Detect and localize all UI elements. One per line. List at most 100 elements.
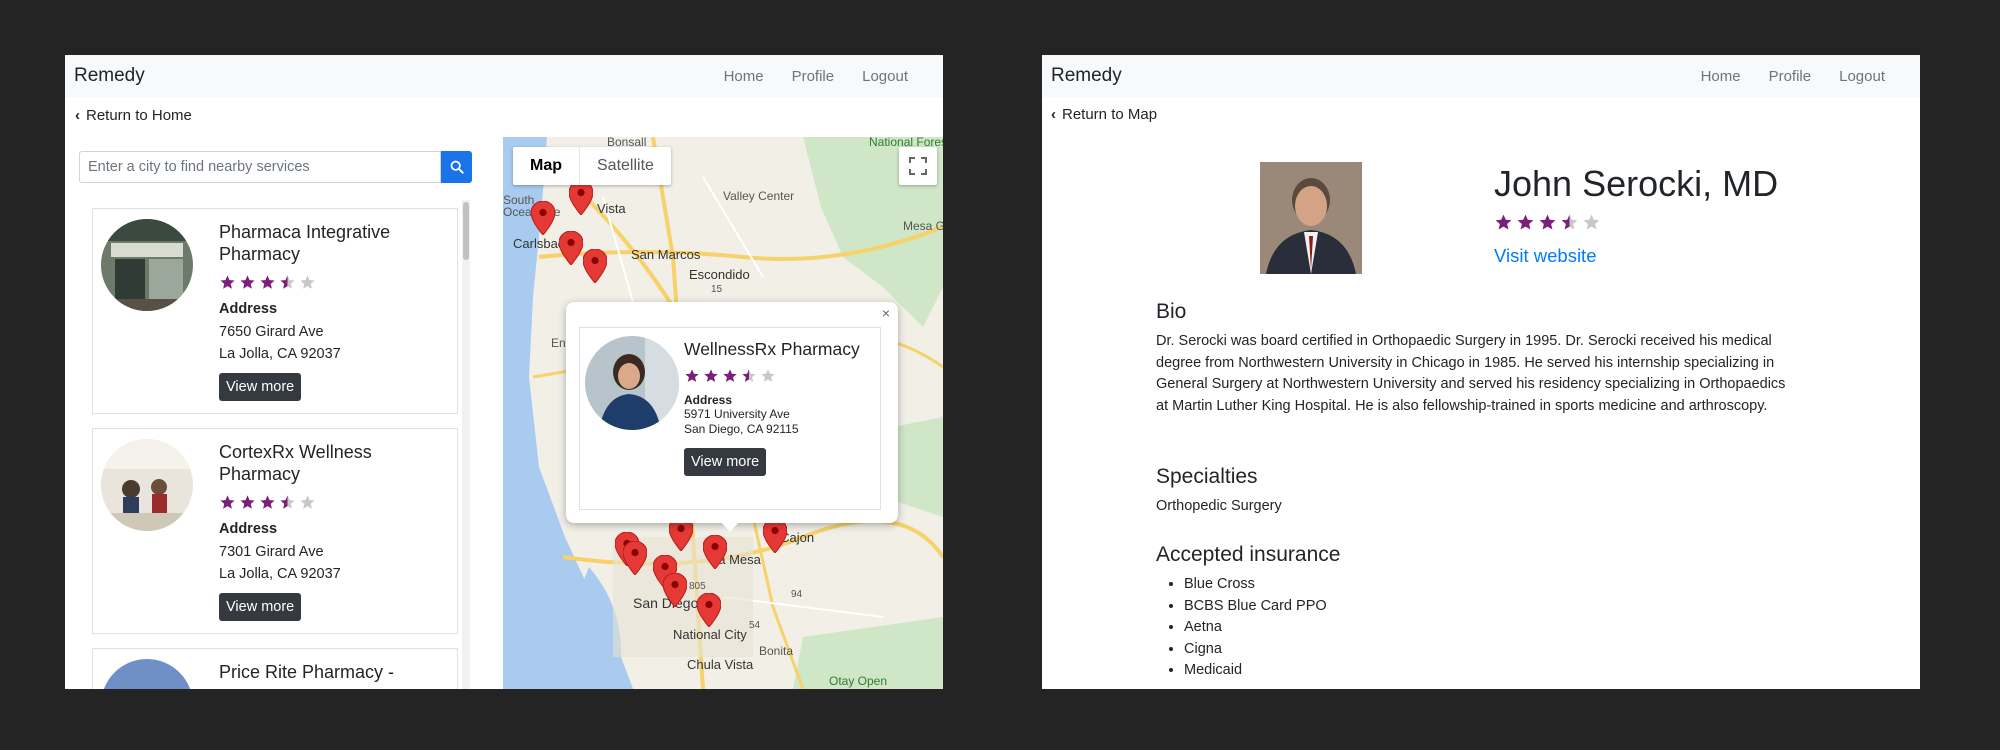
doctor-name: John Serocki, MD	[1494, 163, 1779, 204]
specialties-heading: Specialties	[1156, 465, 1258, 488]
star-icon	[1494, 213, 1513, 232]
view-more-button[interactable]: View more	[219, 373, 302, 401]
insurance-heading: Accepted insurance	[1156, 543, 1341, 566]
return-to-home-link[interactable]: ‹ Return to Home	[75, 107, 192, 124]
nav-logout[interactable]: Logout	[862, 68, 908, 85]
city-search-input[interactable]	[79, 151, 441, 183]
star-empty-icon	[1582, 213, 1601, 232]
map-tab-map[interactable]: Map	[513, 147, 579, 185]
navbar: Remedy Home Profile Logout	[1042, 55, 1920, 97]
view-more-button[interactable]: View more	[219, 593, 302, 621]
chevron-left-icon: ‹	[75, 107, 80, 124]
list-item: Aetna	[1184, 617, 1796, 639]
map-place-label: National City	[673, 627, 747, 642]
map-place-label: Vista	[597, 201, 626, 216]
map-type-toggle: Map Satellite	[513, 147, 671, 185]
star-icon	[259, 274, 276, 291]
insurance-list: Blue Cross BCBS Blue Card PPO Aetna Cign…	[1156, 574, 1796, 682]
star-icon	[239, 274, 256, 291]
search-button[interactable]	[441, 151, 472, 183]
pharmacy-name[interactable]: Pharmaca Integrative Pharmacy	[219, 221, 449, 265]
pharmacy-photo	[101, 659, 193, 689]
address-line-2: La Jolla, CA 92037	[219, 566, 341, 582]
list-item: Medicaid	[1184, 660, 1796, 682]
star-icon	[1516, 213, 1535, 232]
list-item[interactable]: Pharmaca Integrative Pharmacy Address 76…	[92, 208, 458, 414]
return-to-home-label: Return to Home	[86, 107, 192, 124]
nav-logout[interactable]: Logout	[1839, 68, 1885, 85]
pharmacy-photo	[101, 219, 193, 311]
nav-links: Home Profile Logout	[1701, 68, 1911, 85]
visit-website-link[interactable]: Visit website	[1494, 245, 1596, 267]
map-page-window: Remedy Home Profile Logout ‹ Return to H…	[65, 55, 943, 689]
map-tab-satellite[interactable]: Satellite	[579, 147, 671, 185]
address-line-1: 7650 Girard Ave	[219, 324, 324, 340]
navbar: Remedy Home Profile Logout	[65, 55, 943, 97]
nav-home[interactable]: Home	[1701, 68, 1741, 85]
map-marker-icon[interactable]	[663, 573, 687, 607]
address-line-2: San Diego, CA 92115	[684, 422, 799, 436]
map-place-label: Carlsbad	[513, 236, 566, 251]
info-window-card: WellnessRx Pharmacy Address 5971 Univers…	[579, 327, 881, 510]
nav-home[interactable]: Home	[724, 68, 764, 85]
view-more-button[interactable]: View more	[684, 448, 767, 476]
map-place-label: Valley Center	[723, 189, 795, 203]
map-marker-icon[interactable]	[697, 593, 721, 627]
bio-text: Dr. Serocki was board certified in Ortho…	[1156, 333, 1786, 414]
address-label: Address	[219, 521, 278, 537]
star-empty-icon	[760, 368, 776, 384]
city-search	[79, 151, 472, 183]
results-list: Pharmaca Integrative Pharmacy Address 76…	[92, 208, 462, 689]
return-to-map-link[interactable]: ‹ Return to Map	[1051, 106, 1157, 123]
half-star-icon	[1560, 213, 1579, 232]
half-star-icon	[279, 274, 296, 291]
profile-page-window: Remedy Home Profile Logout ‹ Return to M…	[1042, 55, 1920, 689]
nav-profile[interactable]: Profile	[792, 68, 835, 85]
map-place-label: Escondido	[689, 267, 750, 282]
star-empty-icon	[299, 274, 316, 291]
fullscreen-icon	[909, 157, 927, 175]
rating-stars	[684, 368, 874, 384]
brand-logo[interactable]: Remedy	[1051, 65, 1122, 87]
map-marker-icon[interactable]	[703, 535, 727, 569]
map-marker-icon[interactable]	[763, 519, 787, 553]
chevron-left-icon: ‹	[1051, 106, 1056, 123]
pharmacy-name[interactable]: Price Rite Pharmacy -	[219, 661, 449, 683]
insurance-section: Accepted insurance Blue Cross BCBS Blue …	[1156, 543, 1796, 682]
popup-pharmacy-name[interactable]: WellnessRx Pharmacy	[684, 338, 874, 360]
half-star-icon	[741, 368, 757, 384]
bio-section: Bio Dr. Serocki was board certified in O…	[1156, 300, 1796, 417]
list-scrollbar[interactable]	[462, 200, 470, 689]
map-place-label: Chula Vista	[687, 657, 754, 672]
rating-stars	[219, 494, 449, 511]
specialties-section: Specialties Orthopedic Surgery	[1156, 465, 1796, 518]
list-item: Cigna	[1184, 639, 1796, 661]
info-window: × WellnessRx Pharmacy Address 5971 Unive…	[566, 302, 898, 532]
address-label: Address	[219, 301, 278, 317]
map-marker-icon[interactable]	[583, 249, 607, 283]
close-icon[interactable]: ×	[882, 305, 890, 321]
pharmacy-photo	[101, 439, 193, 531]
map-marker-icon[interactable]	[559, 231, 583, 265]
map-view[interactable]: Bonsall National Fores Oceanside South V…	[503, 137, 943, 689]
brand-logo[interactable]: Remedy	[74, 65, 145, 87]
scrollbar-thumb[interactable]	[463, 202, 469, 260]
doctor-photo	[1260, 162, 1362, 274]
list-item: BCBS Blue Card PPO	[1184, 596, 1796, 618]
star-icon	[259, 494, 276, 511]
address-line-1: 7301 Girard Ave	[219, 544, 324, 560]
list-item[interactable]: Price Rite Pharmacy -	[92, 648, 458, 689]
list-item[interactable]: CortexRx Wellness Pharmacy Address 7301 …	[92, 428, 458, 634]
fullscreen-button[interactable]	[899, 147, 937, 185]
map-marker-icon[interactable]	[569, 181, 593, 215]
address-label: Address	[684, 393, 733, 407]
bio-heading: Bio	[1156, 300, 1187, 323]
star-icon	[703, 368, 719, 384]
map-place-label: San Marcos	[631, 247, 701, 262]
star-icon	[684, 368, 700, 384]
pharmacy-name[interactable]: CortexRx Wellness Pharmacy	[219, 441, 449, 485]
map-marker-icon[interactable]	[623, 541, 647, 575]
nav-profile[interactable]: Profile	[1769, 68, 1812, 85]
map-place-label: South	[503, 193, 535, 207]
map-marker-icon[interactable]	[531, 201, 555, 235]
